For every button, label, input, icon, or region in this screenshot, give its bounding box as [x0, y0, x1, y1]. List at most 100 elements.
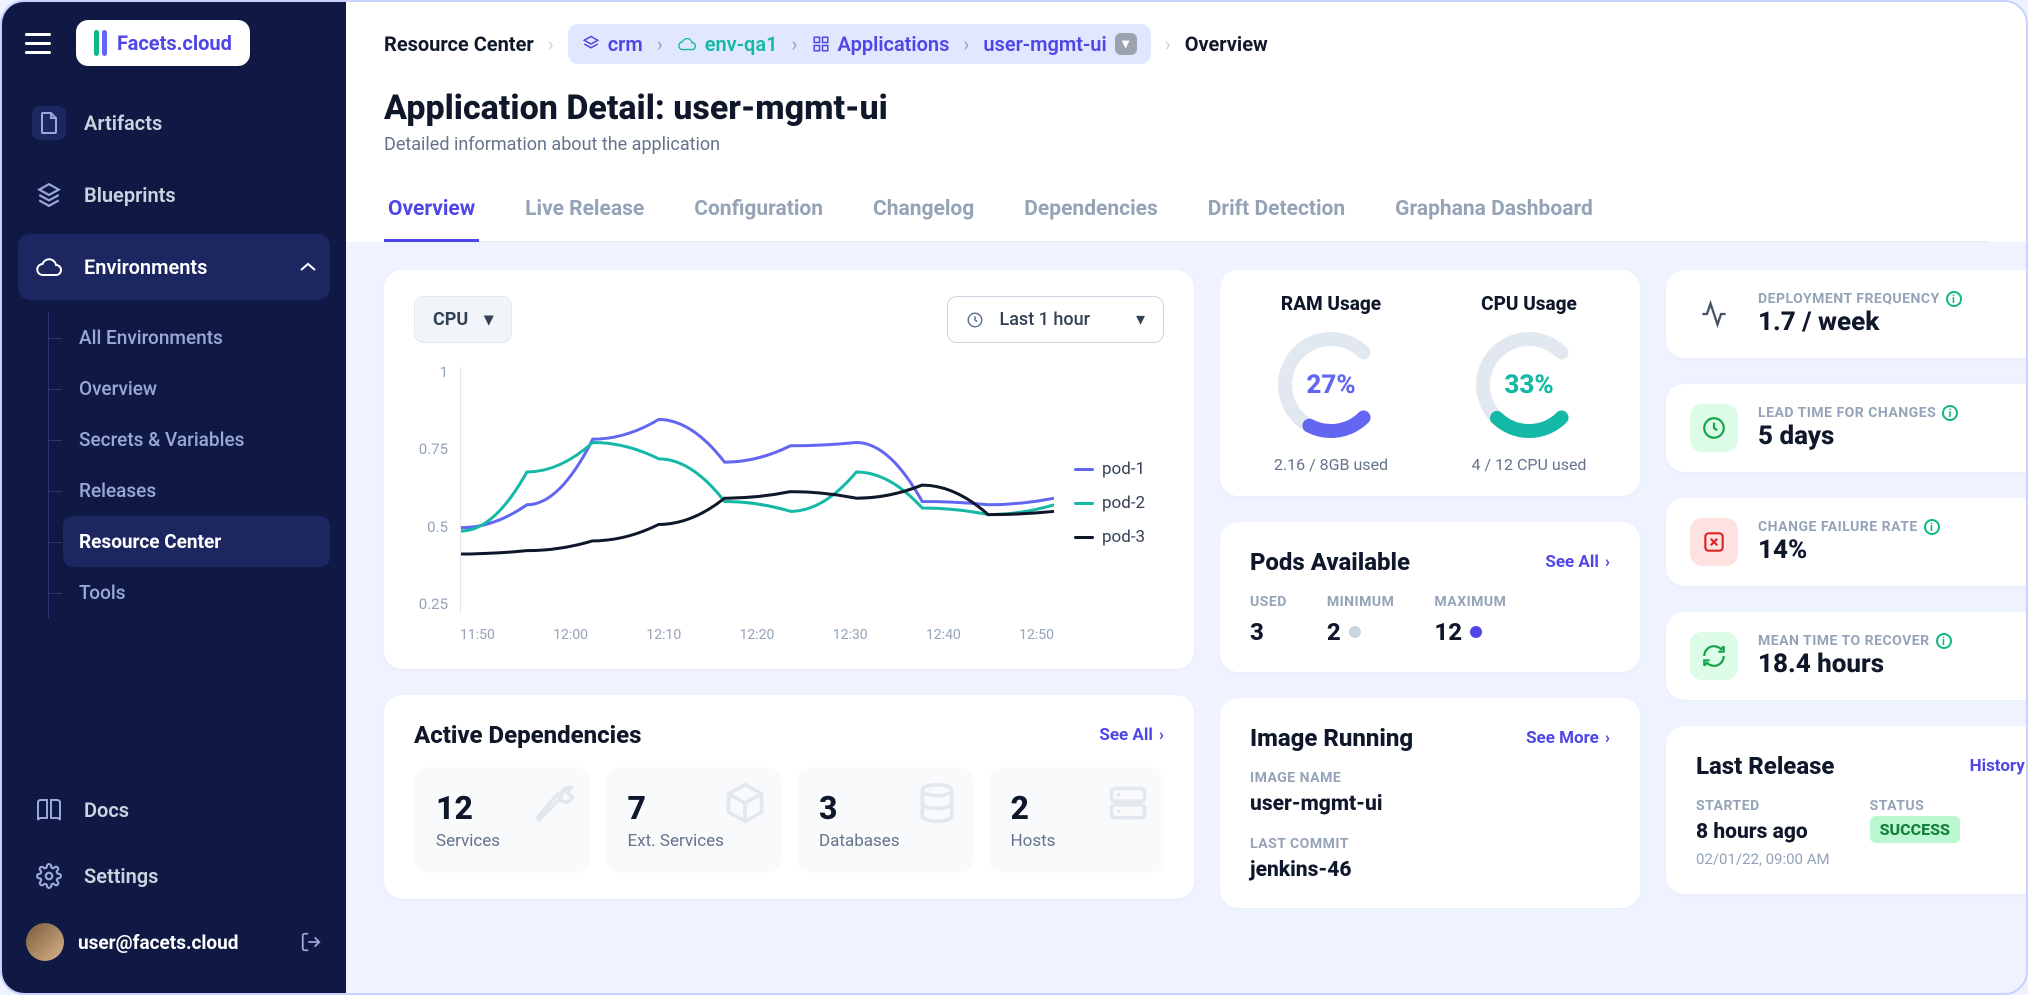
breadcrumb-crm[interactable]: crm	[582, 32, 643, 56]
nav-label: Docs	[84, 798, 129, 822]
env-subnav: All Environments Overview Secrets & Vari…	[48, 312, 330, 618]
tab-drift-detection[interactable]: Drift Detection	[1204, 183, 1349, 242]
nav-label: Artifacts	[84, 111, 162, 135]
breadcrumb-env[interactable]: env-qa1	[677, 32, 778, 56]
dep-services[interactable]: 12 Services	[414, 767, 590, 873]
user-row: user@facets.cloud	[18, 909, 330, 975]
layers-icon	[32, 178, 66, 212]
subnav-secrets-variables[interactable]: Secrets & Variables	[63, 414, 330, 465]
see-more-link[interactable]: See More›	[1526, 728, 1610, 748]
page-title: Application Detail: user-mgmt-ui	[384, 88, 1988, 128]
subnav-all-environments[interactable]: All Environments	[63, 312, 330, 363]
cpu-chart-card: CPU ▾ Last 1 hour ▾ 1	[384, 270, 1194, 669]
info-icon[interactable]: i	[1942, 405, 1958, 421]
dep-databases[interactable]: 3 Databases	[797, 767, 973, 873]
cloud-icon	[32, 250, 66, 284]
breadcrumb-apps[interactable]: Applications	[812, 32, 950, 56]
clock-icon	[966, 311, 984, 329]
chart-legend: pod-1 pod-2 pod-3	[1074, 363, 1145, 643]
brand-name: Facets.cloud	[117, 31, 232, 55]
layers-icon	[582, 35, 600, 53]
chevron-down-icon: ▾	[1136, 309, 1145, 330]
subnav-overview[interactable]: Overview	[63, 363, 330, 414]
tab-overview[interactable]: Overview	[384, 183, 479, 242]
chevron-down-icon: ▾	[484, 309, 493, 330]
chevron-right-icon: ›	[1605, 728, 1610, 748]
topbar: Resource Center › crm › env-qa1 ›	[346, 2, 2026, 242]
info-icon[interactable]: i	[1936, 633, 1952, 649]
ram-gauge: RAM Usage 27% 2.16 / 8GB used	[1238, 292, 1424, 474]
breadcrumb: Resource Center › crm › env-qa1 ›	[384, 24, 1988, 64]
chevron-right-icon: ›	[792, 32, 798, 56]
nav-environments[interactable]: Environments	[18, 234, 330, 300]
pods-used: USED 3	[1250, 594, 1287, 646]
breadcrumb-root[interactable]: Resource Center	[384, 32, 534, 56]
tab-dependencies[interactable]: Dependencies	[1020, 183, 1161, 242]
metric-failure-rate: CHANGE FAILURE RATEi 14%	[1666, 498, 2026, 586]
activity-icon	[1690, 290, 1738, 338]
sidebar: Facets.cloud Artifacts Blueprints En	[2, 2, 346, 993]
x-square-icon	[1690, 518, 1738, 566]
legend-item: pod-3	[1074, 527, 1145, 547]
last-release-card: Last Release History› STARTED 8 hours ag…	[1666, 726, 2026, 894]
subnav-tools[interactable]: Tools	[63, 567, 330, 618]
clock-icon	[1690, 404, 1738, 452]
legend-item: pod-2	[1074, 493, 1145, 513]
section-title: Image Running	[1250, 724, 1413, 752]
nav-artifacts[interactable]: Artifacts	[18, 90, 330, 156]
status-badge: SUCCESS	[1870, 816, 1960, 843]
avatar[interactable]	[26, 923, 64, 961]
server-icon	[1106, 781, 1150, 825]
chevron-down-icon[interactable]: ▾	[1115, 33, 1137, 55]
cpu-gauge: CPU Usage 33% 4 / 12 CPU used	[1436, 292, 1622, 474]
breadcrumb-app[interactable]: user-mgmt-ui ▾	[983, 32, 1136, 56]
see-all-link[interactable]: See All ›	[1099, 725, 1164, 745]
tab-changelog[interactable]: Changelog	[869, 183, 978, 242]
tab-live-release[interactable]: Live Release	[521, 183, 648, 242]
timerange-select[interactable]: Last 1 hour ▾	[947, 296, 1165, 343]
tab-configuration[interactable]: Configuration	[690, 183, 827, 242]
info-icon[interactable]: i	[1946, 291, 1962, 307]
see-all-link[interactable]: See All›	[1545, 552, 1610, 572]
refresh-icon	[1690, 632, 1738, 680]
main: Resource Center › crm › env-qa1 ›	[346, 2, 2026, 993]
release-status: STATUS SUCCESS	[1870, 798, 1960, 868]
grid-icon	[812, 35, 830, 53]
nav-label: Environments	[84, 255, 207, 279]
subnav-resource-center[interactable]: Resource Center	[63, 516, 330, 567]
metric-deployment-frequency: DEPLOYMENT FREQUENCYi 1.7 / week	[1666, 270, 2026, 358]
chevron-right-icon: ›	[657, 32, 663, 56]
nav-label: Blueprints	[84, 183, 176, 207]
gear-icon	[32, 859, 66, 893]
info-icon[interactable]: i	[1924, 519, 1940, 535]
section-title: Pods Available	[1250, 548, 1410, 576]
tab-graphana-dashboard[interactable]: Graphana Dashboard	[1391, 183, 1597, 242]
pods-maximum: MAXIMUM 12	[1434, 594, 1506, 646]
active-dependencies-card: Active Dependencies See All › 12 Service…	[384, 695, 1194, 899]
metric-select[interactable]: CPU ▾	[414, 296, 512, 343]
breadcrumb-current: Overview	[1185, 32, 1268, 56]
cpu-gauge-ring: 33%	[1469, 325, 1589, 445]
ram-gauge-ring: 27%	[1271, 325, 1391, 445]
section-title: Last Release	[1696, 752, 1834, 780]
book-icon	[32, 793, 66, 827]
image-running-card: Image Running See More› IMAGE NAME user-…	[1220, 698, 1640, 908]
chevron-right-icon: ›	[963, 32, 969, 56]
nav-docs[interactable]: Docs	[18, 777, 330, 843]
nav-blueprints[interactable]: Blueprints	[18, 162, 330, 228]
x-axis: 11:50 12:00 12:10 12:20 12:30 12:40 12:5…	[460, 627, 1054, 643]
page-subtitle: Detailed information about the applicati…	[384, 134, 1988, 155]
y-axis: 1 0.75 0.5 0.25	[414, 363, 454, 613]
dep-ext-services[interactable]: 7 Ext. Services	[606, 767, 782, 873]
metric-mttr: MEAN TIME TO RECOVERi 18.4 hours	[1666, 612, 2026, 700]
nav-settings[interactable]: Settings	[18, 843, 330, 909]
menu-toggle-button[interactable]	[18, 23, 58, 63]
nav-label: Settings	[84, 864, 158, 888]
history-link[interactable]: History›	[1970, 756, 2026, 776]
logout-icon[interactable]	[300, 931, 322, 953]
subnav-releases[interactable]: Releases	[63, 465, 330, 516]
brand-logo[interactable]: Facets.cloud	[76, 20, 250, 66]
dep-hosts[interactable]: 2 Hosts	[989, 767, 1165, 873]
chevron-right-icon: ›	[1159, 725, 1164, 745]
logo-icon	[94, 30, 107, 56]
